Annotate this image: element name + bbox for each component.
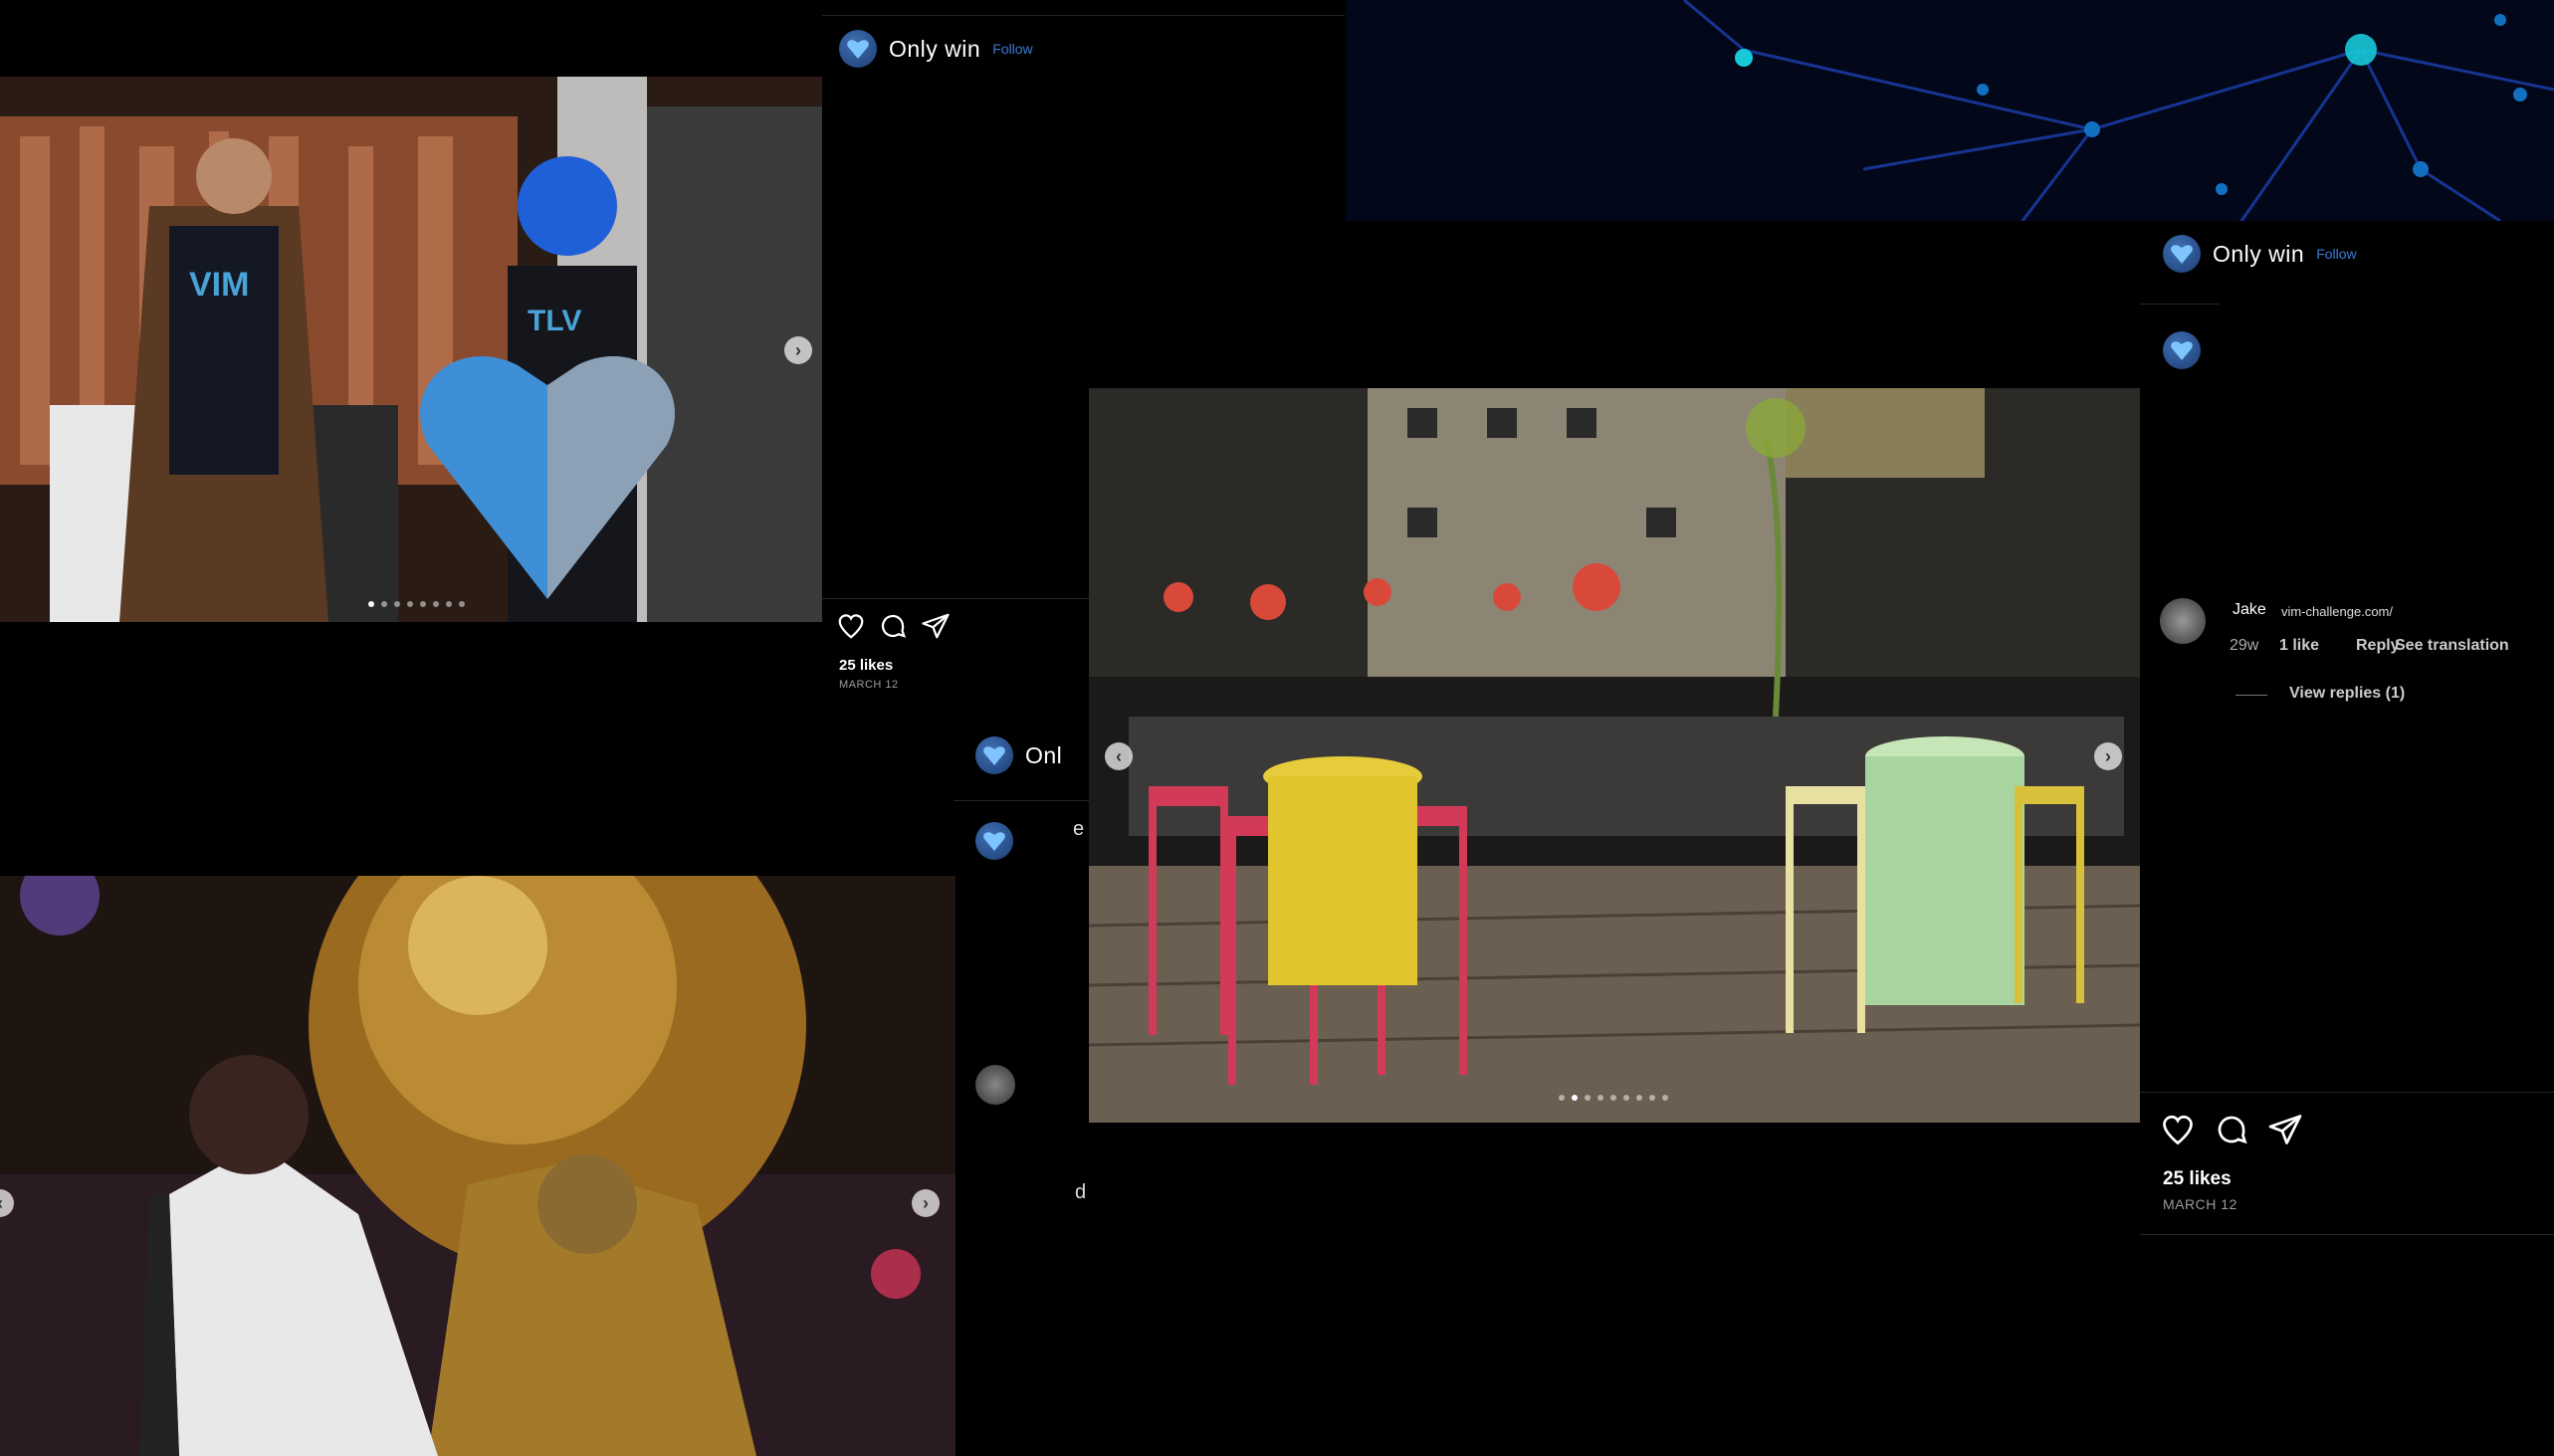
username[interactable]: Only win xyxy=(2213,241,2304,268)
share-icon[interactable] xyxy=(921,611,951,641)
comment-likes[interactable]: 1 like xyxy=(2279,637,2319,655)
carousel-indicator xyxy=(1559,1095,1668,1101)
comment-icon[interactable] xyxy=(878,611,908,641)
follow-button[interactable]: Follow xyxy=(2316,246,2356,262)
shirt-text-2: TLV xyxy=(528,305,581,337)
network-background-graphic xyxy=(1346,0,2554,221)
panel-top-border xyxy=(822,15,1345,16)
follow-button[interactable]: Follow xyxy=(992,41,1032,57)
username[interactable]: Only win xyxy=(889,36,980,63)
panel-right-border xyxy=(2140,304,2220,305)
heart-icon[interactable] xyxy=(2160,1112,2196,1147)
shirt-text-1: VIM xyxy=(189,266,249,304)
view-replies-button[interactable]: View replies (1) xyxy=(2289,685,2405,703)
comment-author[interactable]: Jake xyxy=(2233,601,2266,619)
post-image-rooftop-terrace xyxy=(1089,388,2140,1123)
prev-image-button[interactable]: ‹ xyxy=(1105,742,1133,770)
next-image-button[interactable]: › xyxy=(2094,742,2122,770)
caption-avatar[interactable] xyxy=(975,822,1013,860)
username[interactable]: Onl xyxy=(1025,742,1062,769)
post-date: MARCH 12 xyxy=(2163,1196,2237,1212)
partial-comment-text: d xyxy=(1075,1181,1087,1203)
avatar[interactable] xyxy=(839,30,877,68)
post-image-golden-ball xyxy=(0,876,956,1456)
next-image-button[interactable]: › xyxy=(784,336,812,364)
panel-bottom-border xyxy=(2140,1234,2554,1235)
see-translation-button[interactable]: See translation xyxy=(2395,637,2509,655)
carousel-indicator xyxy=(368,601,465,607)
avatar[interactable] xyxy=(2163,235,2201,273)
partial-caption-text: e xyxy=(1073,818,1085,840)
reply-button[interactable]: Reply xyxy=(2356,637,2400,655)
comment-link[interactable]: vim-challenge.com/ xyxy=(2281,604,2393,619)
heart-icon[interactable] xyxy=(836,611,866,641)
post-date: MARCH 12 xyxy=(839,679,899,691)
post-image-stage-party: VIM TLV xyxy=(0,77,822,622)
share-icon[interactable] xyxy=(2267,1112,2303,1147)
panel-middle-border xyxy=(954,800,1089,801)
post-header-middle: Onl xyxy=(975,736,1087,774)
comment-icon[interactable] xyxy=(2214,1112,2249,1147)
avatar[interactable] xyxy=(975,736,1013,774)
comment-age: 29w xyxy=(2230,637,2259,654)
replies-line xyxy=(2235,695,2267,696)
commenter-avatar[interactable] xyxy=(975,1065,1015,1105)
commenter-avatar[interactable] xyxy=(2160,598,2206,644)
caption-avatar[interactable] xyxy=(2163,331,2201,369)
likes-count[interactable]: 25 likes xyxy=(839,657,893,674)
post-header: Only win Follow xyxy=(2163,235,2357,273)
panel-actions-border xyxy=(2140,1092,2554,1093)
post-header: Only win Follow xyxy=(839,30,1033,68)
next-image-button[interactable]: › xyxy=(912,1189,940,1217)
likes-count[interactable]: 25 likes xyxy=(2163,1168,2232,1190)
